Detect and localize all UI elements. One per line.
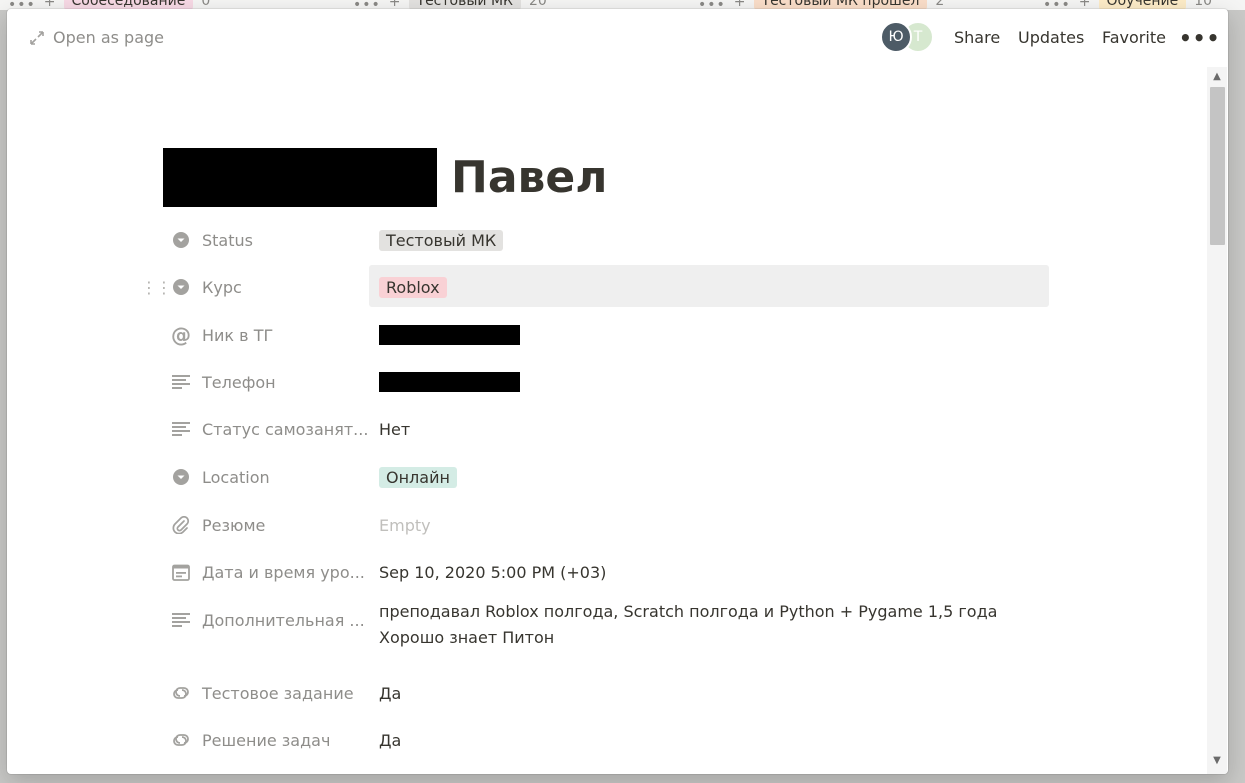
avatar-group[interactable]: Ю Т <box>880 21 934 53</box>
paperclip-icon <box>171 515 191 535</box>
text-icon <box>171 610 191 630</box>
page-title-block: Павел <box>163 148 607 207</box>
select-pill: Roblox <box>379 276 447 298</box>
share-button[interactable]: Share <box>954 28 1000 47</box>
modal-topbar: Open as page Ю Т Share Updates Favorite … <box>7 9 1228 69</box>
drag-handle-icon[interactable]: ⋮⋮ <box>141 278 172 297</box>
page-peek-modal: Open as page Ю Т Share Updates Favorite … <box>7 9 1228 774</box>
select-pill: Тестовый МК <box>379 229 504 251</box>
property-value[interactable]: Roblox <box>379 276 447 298</box>
property-row: @ Ник в ТГ <box>163 318 1049 352</box>
property-value-empty[interactable]: Empty <box>379 516 431 535</box>
redacted-block <box>163 148 437 207</box>
hover-highlight <box>369 265 1049 307</box>
property-name[interactable]: Курс <box>202 278 242 297</box>
property-value[interactable]: преподавал Roblox полгода, Scratch полго… <box>379 599 1049 651</box>
property-name[interactable]: Location <box>202 468 270 487</box>
property-row: Location Онлайн <box>163 460 1049 494</box>
property-name[interactable]: Status <box>202 231 253 250</box>
property-value[interactable]: Sep 10, 2020 5:00 PM (+03) <box>379 563 606 582</box>
property-row: Дополнительная ... преподавал Roblox пол… <box>163 602 1049 647</box>
redacted-block <box>379 325 520 346</box>
property-name[interactable]: Решение задач <box>202 731 330 750</box>
property-row: Резюме Empty <box>163 508 1049 542</box>
calendar-icon <box>171 562 191 582</box>
page-title[interactable]: Павел <box>451 152 607 203</box>
updates-button[interactable]: Updates <box>1018 28 1084 47</box>
more-options-button[interactable]: ••• <box>1179 26 1220 50</box>
property-name[interactable]: Резюме <box>202 516 265 535</box>
property-value[interactable]: Онлайн <box>379 466 457 488</box>
property-name[interactable]: Тестовое задание <box>202 684 354 703</box>
scrollbar-thumb[interactable] <box>1210 87 1225 245</box>
property-value[interactable]: Тестовый МК <box>379 229 504 251</box>
property-row: Дата и время уро... Sep 10, 2020 5:00 PM… <box>163 555 1049 589</box>
relation-icon <box>171 730 191 750</box>
property-row: Решение задач Да <box>163 723 1049 757</box>
property-value[interactable] <box>379 325 520 346</box>
select-icon <box>171 467 191 487</box>
expand-icon <box>30 30 44 45</box>
property-name[interactable]: Ник в ТГ <box>202 326 273 345</box>
property-name[interactable]: Телефон <box>202 373 276 392</box>
favorite-button[interactable]: Favorite <box>1102 28 1166 47</box>
property-value[interactable]: Нет <box>379 420 410 439</box>
select-icon <box>171 277 191 297</box>
scroll-down-arrow-icon[interactable]: ▼ <box>1211 754 1223 766</box>
property-name[interactable]: Дополнительная ... <box>202 611 365 630</box>
property-value[interactable] <box>379 372 520 393</box>
property-value[interactable]: Да <box>379 731 401 750</box>
text-icon <box>171 419 191 439</box>
open-as-page-button[interactable]: Open as page <box>29 28 164 47</box>
select-pill: Онлайн <box>379 466 457 488</box>
property-row: Телефон <box>163 365 1049 399</box>
at-icon: @ <box>171 323 191 347</box>
property-value[interactable]: Да <box>379 684 401 703</box>
property-row: Статус самозанят... Нет <box>163 412 1049 446</box>
relation-icon <box>171 683 191 703</box>
open-as-page-label: Open as page <box>53 28 165 47</box>
property-row: Status Тестовый МК <box>163 223 1049 257</box>
property-name[interactable]: Дата и время уро... <box>202 563 365 582</box>
property-row: Тестовое задание Да <box>163 676 1049 710</box>
text-icon <box>171 372 191 392</box>
avatar[interactable]: Ю <box>880 21 912 53</box>
property-name[interactable]: Статус самозанят... <box>202 420 368 439</box>
select-icon <box>171 230 191 250</box>
redacted-block <box>379 372 520 393</box>
property-row: ⋮⋮ Курс Roblox <box>141 265 1049 307</box>
scroll-up-arrow-icon[interactable]: ▲ <box>1211 70 1223 82</box>
